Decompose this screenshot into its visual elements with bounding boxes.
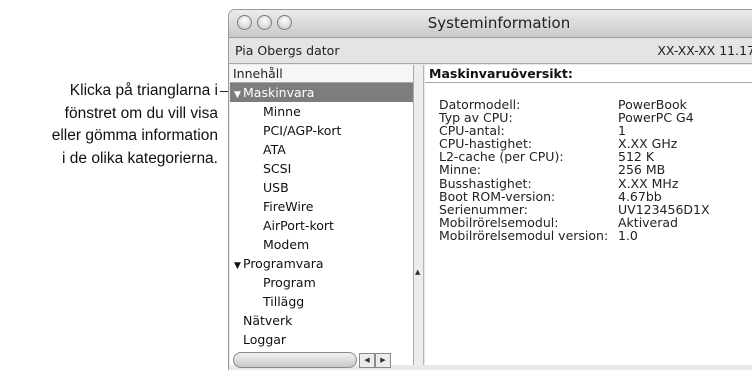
- property-label: Minne:: [439, 162, 482, 178]
- computer-name: Pia Obergs dator: [235, 43, 340, 58]
- callout-line-3: eller gömma information: [51, 127, 218, 144]
- title-bar[interactable]: Systeminformation: [229, 10, 752, 38]
- sidebar-item-pci-agp[interactable]: PCI/AGP-kort: [230, 121, 413, 140]
- property-row: Serienummer: UV123456D1X: [439, 203, 710, 216]
- property-label: Mobilrörelsemodul:: [439, 214, 559, 230]
- property-value: PowerPC G4: [618, 110, 694, 126]
- property-row: Mobilrörelsemodul version: 1.0: [439, 229, 710, 242]
- info-bar: Pia Obergs dator XX-XX-XX 11.17: [229, 38, 752, 64]
- property-value: Aktiverad: [618, 214, 678, 230]
- sidebar-item-airport[interactable]: AirPort-kort: [230, 216, 413, 235]
- property-label: Mobilrörelsemodul version:: [439, 227, 609, 243]
- window-title: Systeminformation: [427, 14, 571, 32]
- sidebar-item-usb[interactable]: USB: [230, 178, 413, 197]
- pane-divider[interactable]: ▲: [414, 65, 424, 365]
- sidebar-item-modem[interactable]: Modem: [230, 235, 413, 254]
- sidebar-scroll-controls: ◀ ▶: [233, 350, 408, 370]
- date-version: XX-XX-XX 11.17: [657, 43, 752, 58]
- contents-sidebar: Innehåll ▼ Maskinvara Minne PCI/AGP-kort …: [230, 65, 414, 365]
- details-pane: Maskinvaruöversikt: Datormodell: PowerBoo…: [425, 65, 752, 365]
- sidebar-item-applications[interactable]: Program: [230, 273, 413, 292]
- horizontal-scrollbar-thumb[interactable]: [233, 352, 357, 368]
- sidebar-item-memory[interactable]: Minne: [230, 102, 413, 121]
- hardware-overview-header: Maskinvaruöversikt:: [425, 65, 752, 83]
- sidebar-item-hardware[interactable]: ▼ Maskinvara: [230, 83, 413, 102]
- sidebar-item-label: Programvara: [243, 256, 324, 271]
- sidebar-item-network[interactable]: Nätverk: [230, 311, 413, 330]
- property-value: UV123456D1X: [618, 201, 710, 217]
- sidebar-item-software[interactable]: ▼ Programvara: [230, 254, 413, 273]
- disclosure-triangle-icon[interactable]: ▼: [232, 257, 243, 276]
- sidebar-item-scsi[interactable]: SCSI: [230, 159, 413, 178]
- property-row: Minne: 256 MB: [439, 163, 710, 176]
- system-information-window: Systeminformation Pia Obergs dator XX-XX…: [228, 9, 752, 370]
- scroll-up-icon: ▲: [415, 268, 421, 276]
- sidebar-header: Innehåll: [230, 65, 413, 83]
- sidebar-item-logs[interactable]: Loggar: [230, 330, 413, 349]
- sidebar-item-firewire[interactable]: FireWire: [230, 197, 413, 216]
- property-row: Mobilrörelsemodul: Aktiverad: [439, 216, 710, 229]
- property-row: Busshastighet: X.XX MHz: [439, 175, 710, 191]
- callout-line-2: fönstret om du vill visa: [64, 104, 218, 122]
- property-value: 1.0: [618, 227, 638, 243]
- property-value: 256 MB: [618, 162, 666, 178]
- property-value: 4.67bb: [618, 188, 662, 204]
- instruction-callout: Klicka på trianglarna i fönstret om du v…: [0, 80, 218, 170]
- property-label: Boot ROM-version:: [439, 188, 556, 204]
- property-value: X.XX MHz: [618, 175, 679, 191]
- callout-line-1: Klicka på trianglarna i: [69, 82, 218, 99]
- disclosure-triangle-icon[interactable]: ▼: [232, 86, 243, 105]
- property-label: Serienummer:: [439, 201, 528, 217]
- property-label: Busshastighet:: [439, 175, 532, 191]
- hardware-properties: Datormodell: PowerBook Typ av CPU: PowerPC…: [439, 98, 710, 242]
- callout-line-4: i de olika kategorierna.: [62, 149, 218, 167]
- property-row: Boot ROM-version: 4.67bb: [439, 190, 710, 203]
- sidebar-item-label: Maskinvara: [243, 85, 315, 100]
- sidebar-item-ata[interactable]: ATA: [230, 140, 413, 159]
- sidebar-item-extensions[interactable]: Tillägg: [230, 292, 413, 311]
